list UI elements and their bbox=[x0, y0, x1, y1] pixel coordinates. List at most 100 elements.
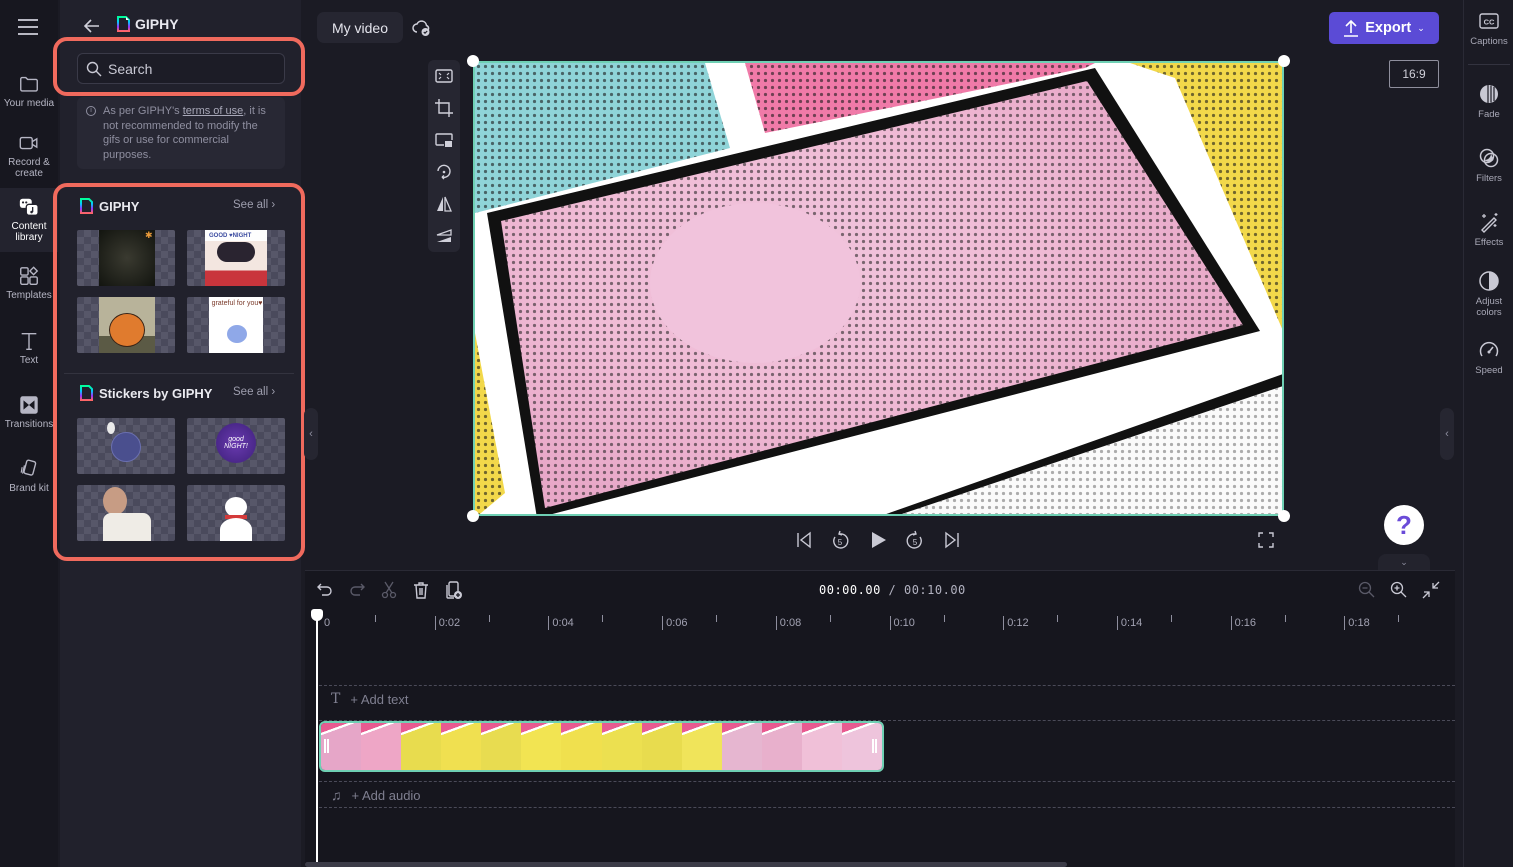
crop-icon[interactable] bbox=[434, 98, 454, 118]
right-item-captions[interactable]: CC Captions bbox=[1464, 10, 1513, 47]
nav-brand-kit[interactable]: Brand kit bbox=[0, 458, 58, 498]
nav-content-library[interactable]: Content library bbox=[0, 188, 58, 252]
sticker-image bbox=[103, 513, 151, 541]
hamburger-menu-icon[interactable] bbox=[17, 18, 39, 36]
video-clip[interactable] bbox=[319, 721, 884, 772]
delete-icon[interactable] bbox=[411, 580, 431, 600]
fit-icon[interactable] bbox=[434, 66, 454, 86]
effects-icon bbox=[1481, 213, 1498, 233]
sticker-image bbox=[225, 497, 247, 517]
flip-vertical-icon[interactable] bbox=[434, 226, 454, 246]
tick-label: 0:02 bbox=[434, 616, 460, 630]
svg-text:5: 5 bbox=[913, 538, 918, 547]
info-icon: i bbox=[86, 106, 96, 116]
clip-trim-handle-right[interactable] bbox=[872, 739, 877, 753]
nav-templates[interactable]: Templates bbox=[0, 265, 58, 307]
resize-handle-top-left[interactable] bbox=[467, 55, 479, 67]
music-note-icon: ♫ bbox=[331, 787, 342, 803]
help-collapse-button[interactable]: ⌄ bbox=[1378, 554, 1430, 570]
tick-minor bbox=[375, 615, 376, 622]
right-item-label: Fade bbox=[1478, 109, 1500, 120]
redo-icon[interactable] bbox=[347, 580, 367, 600]
gif-thumb-good-night[interactable]: GOOD ♥NIGHT bbox=[187, 230, 285, 286]
nav-record-create[interactable]: Record & create bbox=[0, 132, 58, 184]
time-readout: 00:00.00 / 00:10.00 bbox=[819, 583, 966, 597]
resize-handle-bottom-right[interactable] bbox=[1278, 510, 1290, 522]
expand-right-panel-button[interactable]: ‹ bbox=[1440, 408, 1454, 460]
picture-in-picture-icon[interactable] bbox=[434, 130, 454, 150]
search-input[interactable] bbox=[108, 60, 268, 77]
playhead-handle[interactable] bbox=[311, 609, 323, 621]
comic-frame-image bbox=[475, 63, 1282, 514]
svg-text:5: 5 bbox=[838, 538, 843, 547]
sticker-thumb-woman[interactable] bbox=[77, 485, 175, 541]
right-item-speed[interactable]: Speed bbox=[1464, 339, 1513, 376]
see-all-giphy[interactable]: See all › bbox=[233, 199, 275, 211]
video-preview[interactable] bbox=[473, 61, 1284, 516]
collapse-panel-button[interactable]: ‹ bbox=[304, 408, 318, 460]
audio-track bbox=[319, 781, 1455, 808]
resize-handle-top-right[interactable] bbox=[1278, 55, 1290, 67]
fullscreen-icon[interactable] bbox=[1255, 529, 1277, 551]
search-field[interactable] bbox=[77, 53, 285, 84]
sticker-thumb-take-care[interactable] bbox=[77, 418, 175, 474]
skip-to-end-icon[interactable] bbox=[941, 529, 963, 551]
export-button[interactable]: Export ⌄ bbox=[1329, 12, 1439, 44]
clip-frame bbox=[801, 723, 843, 770]
undo-icon[interactable] bbox=[315, 580, 335, 600]
skip-to-start-icon[interactable] bbox=[793, 529, 815, 551]
playhead-line bbox=[316, 616, 318, 867]
add-text-button[interactable]: T + Add text bbox=[331, 691, 409, 707]
clip-frame bbox=[641, 723, 682, 770]
nav-label: Text bbox=[19, 355, 39, 366]
right-item-adjust-colors[interactable]: Adjust colors bbox=[1464, 270, 1513, 318]
tick-minor bbox=[943, 615, 945, 622]
nav-label: Templates bbox=[6, 290, 52, 301]
camera-icon bbox=[19, 136, 38, 150]
gif-thumb-pumpkin[interactable] bbox=[77, 297, 175, 353]
gif-thumb-grateful[interactable]: grateful for you♥ bbox=[187, 297, 285, 353]
project-title-text: My video bbox=[331, 19, 389, 36]
duplicate-icon[interactable] bbox=[444, 580, 464, 600]
sticker-thumb-snowman[interactable] bbox=[187, 485, 285, 541]
transitions-icon bbox=[20, 396, 38, 414]
section-title-text: GIPHY bbox=[99, 198, 140, 214]
tick-label: 0:06 bbox=[662, 616, 688, 630]
nav-text[interactable]: Text bbox=[0, 330, 58, 370]
aspect-ratio-button[interactable]: 16:9 bbox=[1389, 60, 1439, 88]
clip-trim-handle-left[interactable] bbox=[324, 739, 329, 753]
gif-thumb-dark-forest[interactable]: ✱ bbox=[77, 230, 175, 286]
tick-label: 0:04 bbox=[548, 616, 574, 630]
timeline-scrollbar[interactable] bbox=[305, 862, 1067, 867]
zoom-in-icon[interactable] bbox=[1389, 580, 1409, 600]
rewind-5-icon[interactable]: 5 bbox=[829, 529, 851, 551]
terms-of-use-link[interactable]: terms of use bbox=[183, 105, 244, 117]
right-item-filters[interactable]: Filters bbox=[1464, 147, 1513, 184]
split-scissors-icon[interactable] bbox=[379, 580, 399, 600]
forward-5-icon[interactable]: 5 bbox=[904, 529, 926, 551]
tick-minor bbox=[1398, 615, 1400, 622]
tick-minor bbox=[1057, 615, 1059, 622]
cloud-saved-icon bbox=[412, 20, 430, 36]
project-title[interactable]: My video bbox=[317, 12, 403, 43]
nav-your-media[interactable]: Your media bbox=[0, 73, 58, 123]
back-arrow-icon[interactable] bbox=[82, 16, 102, 36]
right-item-effects[interactable]: Effects bbox=[1464, 211, 1513, 248]
add-audio-button[interactable]: ♫ + Add audio bbox=[331, 787, 421, 803]
right-bar-divider bbox=[1468, 64, 1510, 65]
help-button[interactable]: ? bbox=[1384, 505, 1424, 545]
resize-handle-bottom-left[interactable] bbox=[467, 510, 479, 522]
rotate-icon[interactable] bbox=[434, 162, 454, 182]
fit-timeline-icon[interactable] bbox=[1421, 580, 1441, 600]
zoom-out-icon[interactable] bbox=[1357, 580, 1377, 600]
right-item-fade[interactable]: Fade bbox=[1464, 83, 1513, 120]
sticker-image bbox=[107, 422, 115, 434]
play-icon[interactable] bbox=[867, 529, 889, 551]
see-all-stickers[interactable]: See all › bbox=[233, 386, 275, 398]
upload-icon bbox=[1344, 19, 1359, 37]
nav-transitions[interactable]: Transitions bbox=[0, 394, 58, 434]
section-divider bbox=[64, 373, 294, 374]
gif-image bbox=[217, 242, 255, 262]
sticker-thumb-good-night[interactable]: good NIGHT! bbox=[187, 418, 285, 474]
flip-horizontal-icon[interactable] bbox=[434, 194, 454, 214]
